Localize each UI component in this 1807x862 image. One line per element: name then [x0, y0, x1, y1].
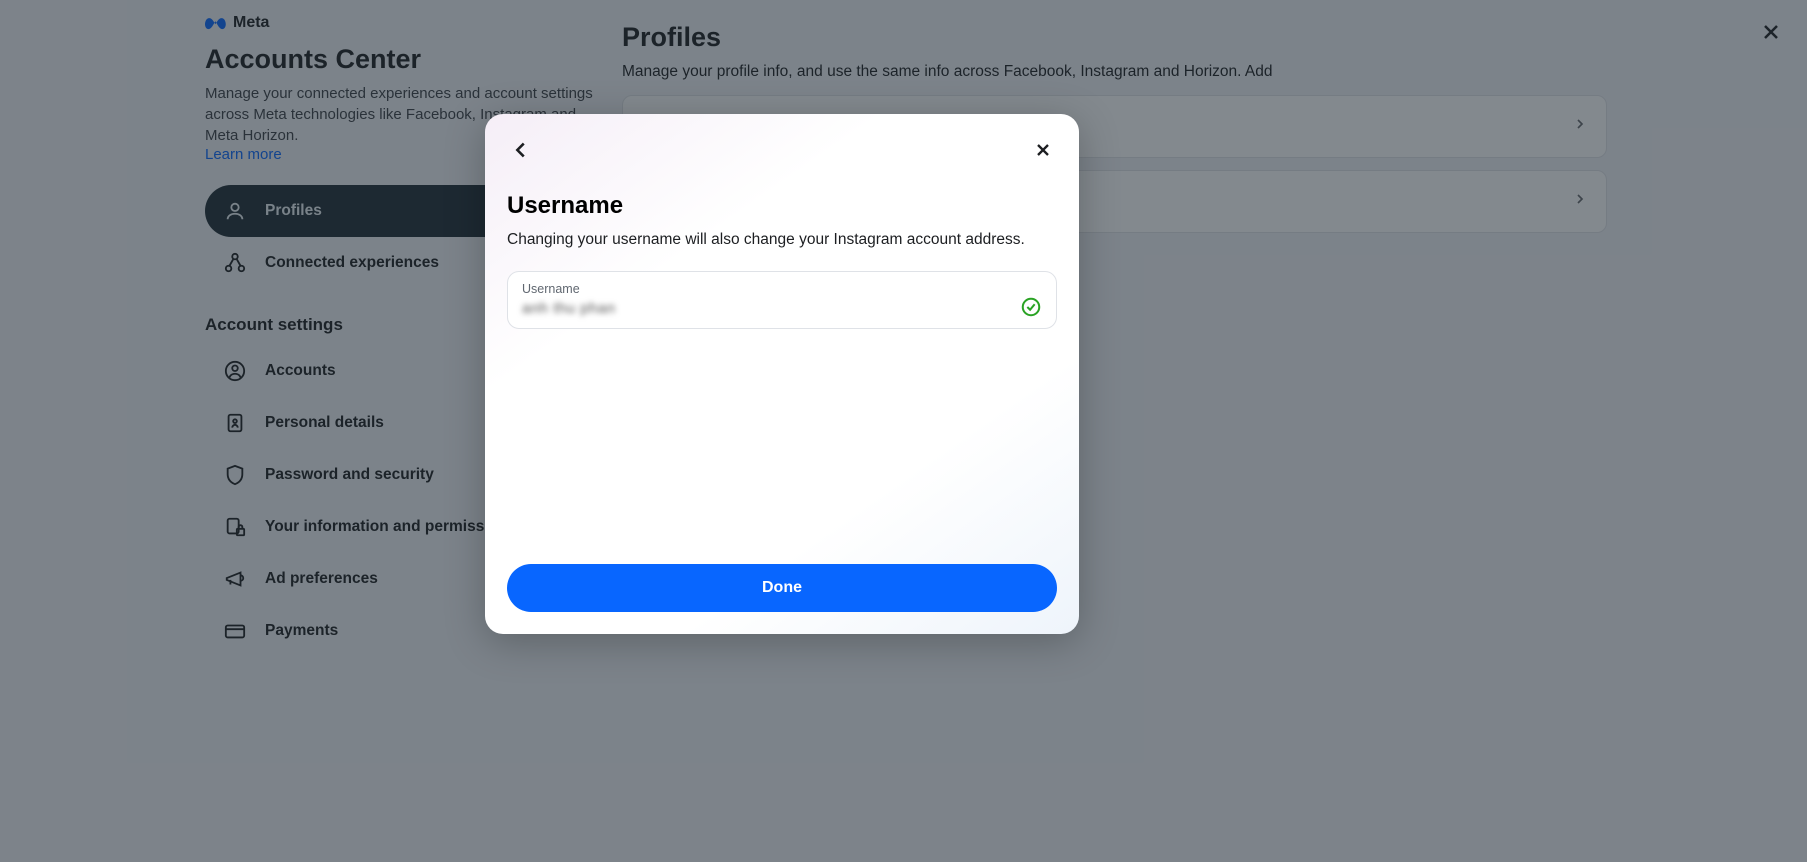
modal-title: Username	[507, 192, 1057, 220]
close-button[interactable]	[1029, 136, 1057, 164]
back-button[interactable]	[507, 136, 535, 164]
check-circle-icon	[1020, 296, 1042, 318]
close-icon	[1033, 140, 1053, 160]
username-input-label: Username	[522, 282, 1042, 296]
modal-description: Changing your username will also change …	[507, 230, 1057, 251]
username-input-container[interactable]: Username anh thu phan	[507, 271, 1057, 329]
username-modal: Username Changing your username will als…	[485, 114, 1079, 634]
username-input[interactable]: anh thu phan	[522, 300, 616, 317]
chevron-left-icon	[510, 139, 532, 161]
done-button[interactable]: Done	[507, 564, 1057, 612]
